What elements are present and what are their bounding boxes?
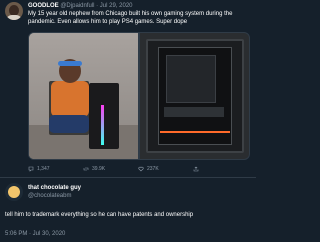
tweet-text: My 15 year old nephew from Chicago built… <box>28 11 233 25</box>
handle[interactable]: @Djpaidnfull <box>60 3 94 9</box>
separator: · <box>96 3 99 9</box>
retweet-icon <box>83 166 89 172</box>
reply-text: tell him to trademark everything so he c… <box>5 212 194 218</box>
share-icon <box>193 166 199 172</box>
tweet-date[interactable]: Jul 29, 2020 <box>100 3 133 9</box>
reply-icon <box>28 166 34 172</box>
retweet-button[interactable]: 39.9K <box>83 165 138 173</box>
reply-timestamp[interactable]: 5:06 PM · Jul 30, 2020 <box>5 230 65 238</box>
original-tweet: GOODLOE @Djpaidnfull · Jul 29, 2020 My 1… <box>0 0 256 175</box>
photo-nephew-with-pc[interactable] <box>29 33 138 159</box>
reply-avatar[interactable] <box>5 183 23 201</box>
pc-tower <box>89 83 119 149</box>
photo-pc-interior[interactable] <box>140 33 249 159</box>
reply-count: 1,347 <box>37 166 50 172</box>
reply-display-name[interactable]: that chocolate guy <box>28 184 81 192</box>
tweet-header: GOODLOE @Djpaidnfull · Jul 29, 2020 <box>28 2 133 10</box>
tweet-actions: 1,347 39.9K 237K <box>28 165 250 173</box>
retweet-count: 39.9K <box>92 166 106 172</box>
reply-button[interactable]: 1,347 <box>28 165 83 173</box>
reply-handle[interactable]: @chocolateabm <box>28 192 71 200</box>
like-button[interactable]: 237K <box>138 165 193 173</box>
tweet-media <box>28 32 250 160</box>
avatar[interactable] <box>5 2 23 20</box>
divider <box>0 177 256 178</box>
share-button[interactable] <box>193 165 248 173</box>
like-icon <box>138 166 144 172</box>
like-count: 237K <box>147 166 159 172</box>
display-name[interactable]: GOODLOE <box>28 3 59 9</box>
